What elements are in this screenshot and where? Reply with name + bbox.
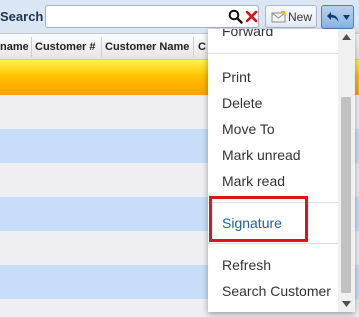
context-menu: Forward Print Delete Move To Mark unread… [208, 29, 355, 312]
scroll-up-icon[interactable] [342, 34, 351, 40]
column-header-c[interactable]: C [198, 41, 208, 53]
menu-item-move-to[interactable]: Move To [222, 121, 275, 137]
menu-separator [208, 53, 338, 54]
column-header-customer-number[interactable]: Customer # [35, 41, 99, 53]
column-divider [193, 37, 194, 57]
menu-separator [208, 243, 338, 244]
envelope-icon [271, 11, 286, 23]
search-input[interactable] [48, 8, 226, 27]
menu-item-refresh[interactable]: Refresh [222, 257, 271, 273]
scroll-down-icon[interactable] [342, 301, 351, 307]
menu-item-mark-read[interactable]: Mark read [222, 173, 285, 189]
menu-item-search-customer[interactable]: Search Customer [222, 283, 331, 299]
column-header-name[interactable]: name [0, 41, 28, 53]
search-icon[interactable] [228, 9, 243, 24]
reply-dropdown-button[interactable] [321, 5, 354, 29]
menu-item-forward[interactable]: Forward [222, 29, 273, 39]
column-divider [31, 37, 32, 57]
column-divider [101, 37, 102, 57]
highlight-box [209, 196, 308, 242]
menu-item-mark-unread[interactable]: Mark unread [222, 147, 301, 163]
menu-item-delete[interactable]: Delete [222, 95, 262, 111]
new-button-label: New [288, 10, 313, 24]
scroll-thumb[interactable] [341, 97, 351, 293]
column-header-customer-name[interactable]: Customer Name [105, 41, 191, 53]
menu-item-print[interactable]: Print [222, 69, 251, 85]
search-label: Search [0, 9, 44, 24]
reply-icon [327, 12, 339, 22]
clear-icon[interactable] [245, 9, 258, 24]
chevron-down-icon [343, 15, 350, 20]
search-box[interactable] [45, 5, 259, 28]
new-button[interactable]: New [265, 5, 317, 28]
